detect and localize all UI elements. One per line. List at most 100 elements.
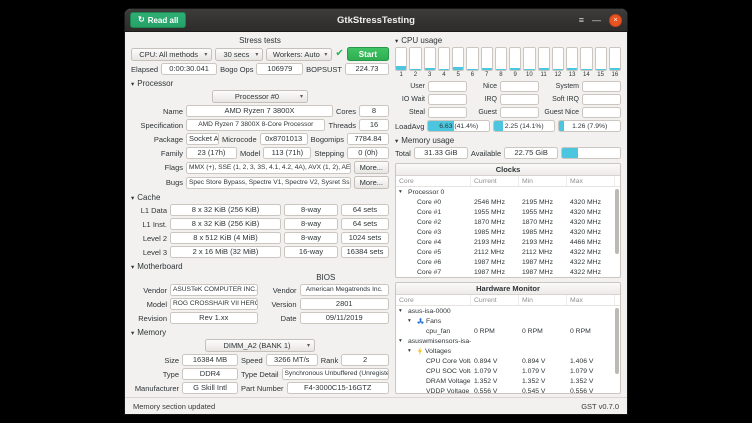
- start-button[interactable]: Start: [347, 47, 389, 61]
- stress-duration-select[interactable]: 30 secs ▾: [215, 48, 263, 61]
- hwmon-min-header[interactable]: Min: [519, 295, 567, 305]
- read-all-button[interactable]: ↻ Read all: [130, 12, 186, 28]
- clock-row[interactable]: Core #61987 MHz1987 MHz4322 MHz: [396, 257, 615, 267]
- mem-part-value[interactable]: F4-3000C15-16GTZ: [287, 382, 389, 394]
- cpu-stat-value[interactable]: [582, 94, 621, 105]
- hwmon-scroll-thumb[interactable]: [615, 308, 619, 374]
- motherboard-expander[interactable]: ▾ Motherboard: [131, 262, 389, 271]
- cache-size-value[interactable]: 8 x 512 KiB (4 MiB): [170, 232, 281, 244]
- cache-ways-value[interactable]: 16-way: [284, 246, 338, 258]
- mem-manufacturer-value[interactable]: G Skill Intl: [182, 382, 238, 394]
- cache-size-value[interactable]: 2 x 16 MiB (32 MiB): [170, 246, 281, 258]
- hwmon-row[interactable]: CPU Core Voltage0.894 V0.894 V1.406 V: [396, 356, 615, 366]
- clocks-core-header[interactable]: Core: [396, 176, 471, 186]
- cache-size-value[interactable]: 8 x 32 KiB (256 KiB): [170, 218, 281, 230]
- family-value[interactable]: 23 (17h): [186, 147, 237, 159]
- cache-sets-value[interactable]: 16384 sets: [341, 246, 389, 258]
- mem-rank-value[interactable]: 2: [341, 354, 389, 366]
- cache-sets-value[interactable]: 64 sets: [341, 204, 389, 216]
- expander-icon[interactable]: ▾: [408, 318, 415, 324]
- mem-total-value[interactable]: 31.33 GiB: [414, 147, 468, 159]
- clock-row[interactable]: Core #42193 MHz2193 MHz4466 MHz: [396, 237, 615, 247]
- model-value[interactable]: 113 (71h): [263, 147, 311, 159]
- clock-row[interactable]: Core #71987 MHz1987 MHz4322 MHz: [396, 267, 615, 277]
- memory-usage-expander[interactable]: ▾ Memory usage: [395, 136, 621, 145]
- bugs-value[interactable]: Spec Store Bypass, Spectre V1, Spectre V…: [186, 177, 351, 189]
- cpu-usage-expander[interactable]: ▾ CPU usage: [395, 36, 621, 45]
- bopsust-value[interactable]: 224.73: [345, 63, 389, 75]
- bios-vendor-value[interactable]: American Megatrends Inc.: [300, 284, 390, 296]
- flags-more-button[interactable]: More...: [354, 161, 389, 174]
- threads-value[interactable]: 16: [359, 119, 389, 131]
- hwmon-current-header[interactable]: Current: [471, 295, 519, 305]
- cache-sets-value[interactable]: 64 sets: [341, 218, 389, 230]
- cores-value[interactable]: 8: [359, 105, 389, 117]
- mb-revision-value[interactable]: Rev 1.xx: [170, 312, 258, 324]
- stress-workers-select[interactable]: Workers: Auto ▾: [266, 48, 332, 61]
- mb-vendor-value[interactable]: ASUSTeK COMPUTER INC.: [170, 284, 258, 296]
- hwmon-max-header[interactable]: Max: [567, 295, 615, 305]
- clocks-min-header[interactable]: Min: [519, 176, 567, 186]
- cache-size-value[interactable]: 8 x 32 KiB (256 KiB): [170, 204, 281, 216]
- elapsed-value[interactable]: 0:00:30.041: [161, 63, 217, 75]
- hwmon-row[interactable]: cpu_fan0 RPM0 RPM0 RPM: [396, 326, 615, 336]
- expander-icon[interactable]: ▾: [408, 348, 415, 354]
- hwmon-row[interactable]: ▾Voltages: [396, 346, 615, 356]
- mem-speed-value[interactable]: 3266 MT/s: [266, 354, 318, 366]
- cpu-stat-value[interactable]: [428, 107, 467, 118]
- clock-row[interactable]: ▾Processor 0: [396, 187, 615, 197]
- cache-ways-value[interactable]: 8-way: [284, 218, 338, 230]
- cpu-stat-value[interactable]: [428, 94, 467, 105]
- clocks-scrollbar[interactable]: [615, 189, 619, 275]
- cpu-name-value[interactable]: AMD Ryzen 7 3800X: [186, 105, 333, 117]
- cache-sets-value[interactable]: 1024 sets: [341, 232, 389, 244]
- dimm-selector[interactable]: DIMM_A2 (BANK 1) ▾: [205, 339, 315, 352]
- clock-row[interactable]: Core #31985 MHz1985 MHz4320 MHz: [396, 227, 615, 237]
- bogomips-value[interactable]: 7784.84: [347, 133, 389, 145]
- expander-icon[interactable]: ▾: [399, 189, 406, 195]
- memory-expander[interactable]: ▾ Memory: [131, 328, 389, 337]
- hwmon-row[interactable]: VDDP Voltage0.556 V0.545 V0.556 V: [396, 386, 615, 393]
- processor-expander[interactable]: ▾ Processor: [131, 79, 389, 88]
- menu-icon[interactable]: ≡: [579, 16, 584, 25]
- hwmon-row[interactable]: CPU SOC Voltage1.079 V1.079 V1.079 V: [396, 366, 615, 376]
- mem-size-value[interactable]: 16384 MB: [182, 354, 238, 366]
- package-value[interactable]: Socket AM4: [186, 133, 219, 145]
- expander-icon[interactable]: ▾: [399, 338, 406, 344]
- clocks-scroll-thumb[interactable]: [615, 189, 619, 254]
- hwmon-core-header[interactable]: Core: [396, 295, 471, 305]
- hwmon-row[interactable]: ▾Fans: [396, 316, 615, 326]
- cpu-stat-value[interactable]: [428, 81, 467, 92]
- microcode-value[interactable]: 0x8701013: [260, 133, 308, 145]
- clock-row[interactable]: Core #21870 MHz1870 MHz4320 MHz: [396, 217, 615, 227]
- clock-row[interactable]: Core #52112 MHz2112 MHz4322 MHz: [396, 247, 615, 257]
- cache-ways-value[interactable]: 8-way: [284, 232, 338, 244]
- stepping-value[interactable]: 0 (0h): [347, 147, 389, 159]
- hwmon-row[interactable]: ▾asuswmisensors-isa-0000: [396, 336, 615, 346]
- mem-available-value[interactable]: 22.75 GiB: [504, 147, 558, 159]
- minimize-icon[interactable]: —: [592, 16, 601, 25]
- cpu-stat-value[interactable]: [582, 81, 621, 92]
- bogo-ops-value[interactable]: 106979: [256, 63, 303, 75]
- bios-version-value[interactable]: 2801: [300, 298, 390, 310]
- cpu-stat-value[interactable]: [500, 81, 539, 92]
- hwmon-row[interactable]: DRAM Voltage1.352 V1.352 V1.352 V: [396, 376, 615, 386]
- clock-row[interactable]: Core #02546 MHz2195 MHz4320 MHz: [396, 197, 615, 207]
- clocks-max-header[interactable]: Max: [567, 176, 615, 186]
- close-button[interactable]: ×: [609, 14, 622, 27]
- specification-value[interactable]: AMD Ryzen 7 3800X 8-Core Processor: [186, 119, 325, 131]
- mb-model-value[interactable]: ROG CROSSHAIR VII HERO: [170, 298, 258, 310]
- flags-value[interactable]: MMX (+), SSE (1, 2, 3, 3S, 4.1, 4.2, 4A)…: [186, 162, 351, 174]
- expander-icon[interactable]: ▾: [399, 308, 406, 314]
- cpu-stat-value[interactable]: [500, 107, 539, 118]
- bios-date-value[interactable]: 09/11/2019: [300, 312, 390, 324]
- mem-type-value[interactable]: DDR4: [182, 368, 238, 380]
- mem-type-detail-value[interactable]: Synchronous Unbuffered (Unregistered): [282, 368, 389, 380]
- cache-expander[interactable]: ▾ Cache: [131, 193, 389, 202]
- stress-method-select[interactable]: CPU: All methods ▾: [131, 48, 212, 61]
- hwmon-scrollbar[interactable]: [615, 308, 619, 391]
- hwmon-row[interactable]: ▾asus-isa-0000: [396, 306, 615, 316]
- cpu-stat-value[interactable]: [582, 107, 621, 118]
- clocks-current-header[interactable]: Current: [471, 176, 519, 186]
- clock-row[interactable]: Core #11955 MHz1955 MHz4320 MHz: [396, 207, 615, 217]
